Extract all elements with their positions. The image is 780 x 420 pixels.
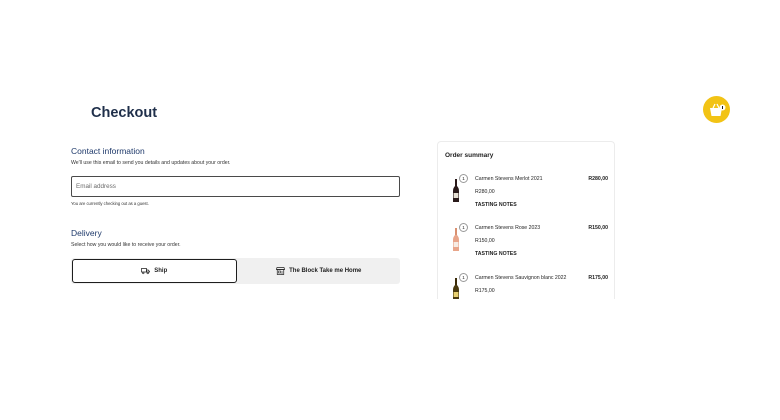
contact-heading: Contact information xyxy=(71,146,145,156)
ship-option-button[interactable]: Ship xyxy=(72,259,237,283)
quantity-badge: 1 xyxy=(459,223,468,232)
quantity-badge: 1 xyxy=(459,273,468,282)
item-name: Carmen Stevens Merlot 2021 xyxy=(475,176,543,182)
guest-note: You are currently checking out as a gues… xyxy=(71,201,149,206)
item-name: Carmen Stevens Rose 2023 xyxy=(475,225,541,231)
page-title: Checkout xyxy=(91,105,158,121)
wine-bottle-image xyxy=(453,278,459,299)
order-summary-panel: Order summary 1 Carmen Stevens Merlot 20… xyxy=(437,141,615,299)
tasting-notes-link[interactable]: TASTING NOTES xyxy=(475,202,517,208)
order-line-item: 1 Carmen Stevens Merlot 2021 R280,00 R28… xyxy=(438,174,614,224)
delivery-heading: Delivery xyxy=(71,228,102,238)
delivery-method-toggle: Ship The Block Take me Home xyxy=(71,258,400,284)
item-total: R280,00 xyxy=(588,176,608,182)
item-unit-price: R175,00 xyxy=(475,288,495,294)
wine-bottle-image xyxy=(453,228,459,251)
ship-option-label: Ship xyxy=(154,268,168,274)
truck-icon xyxy=(141,268,151,275)
wine-bottle-image xyxy=(453,179,459,202)
delivery-description: Select how you would like to receive you… xyxy=(71,242,181,248)
item-total: R150,00 xyxy=(588,225,608,231)
email-input[interactable] xyxy=(71,176,400,197)
checkout-page: Checkout Contact information We'll use t… xyxy=(0,0,780,420)
item-unit-price: R150,00 xyxy=(475,238,495,244)
order-line-item: 1 Carmen Stevens Sauvignon blanc 2022 R1… xyxy=(438,273,614,299)
item-total: R175,00 xyxy=(588,275,608,281)
shopping-basket-icon xyxy=(709,103,725,116)
pickup-option-button[interactable]: The Block Take me Home xyxy=(238,258,401,284)
tasting-notes-link[interactable]: TASTING NOTES xyxy=(475,251,517,257)
pickup-option-label: The Block Take me Home xyxy=(289,268,362,274)
contact-description: We'll use this email to send you details… xyxy=(71,160,231,166)
order-line-item: 1 Carmen Stevens Rose 2023 R150,00 R150,… xyxy=(438,223,614,273)
quantity-badge: 1 xyxy=(459,174,468,183)
order-summary-heading: Order summary xyxy=(445,152,494,159)
item-unit-price: R280,00 xyxy=(475,189,495,195)
store-icon xyxy=(276,267,286,275)
cart-floating-button[interactable] xyxy=(703,96,730,123)
item-name: Carmen Stevens Sauvignon blanc 2022 xyxy=(475,275,567,281)
